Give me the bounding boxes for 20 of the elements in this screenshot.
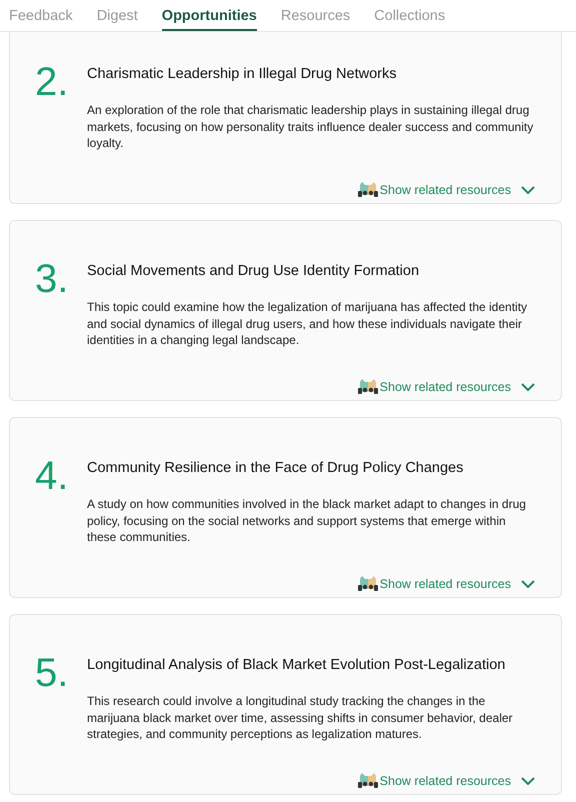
card-description: This topic could examine how the legalization of marijuana has affected the identity and social dynamics of illegal drug users, and how these individuals navigate their identities in a changing legal landscape. xyxy=(87,299,528,348)
card-title: Longitudinal Analysis of Black Market Evolution Post-Legalization xyxy=(87,656,506,675)
tab[interactable]: Feedback xyxy=(9,0,73,31)
show-resources-button[interactable]: Show related resources xyxy=(356,767,535,794)
card-description: An exploration of the role that charismatic leadership plays in sustaining illegal drug markets, focusing on how personality traits influence dealer success and community loyalty. xyxy=(87,102,534,152)
tab[interactable]: Collections xyxy=(374,0,446,31)
item-number: 3. xyxy=(35,257,70,303)
show-resources-button[interactable]: Show related resources xyxy=(356,570,535,597)
item-number: 2. xyxy=(35,60,70,106)
card-title: Community Resilience in the Face of Drug Policy Changes xyxy=(87,459,464,478)
card-description: This research could involve a longitudinal study tracking the changes in the marijuana black market over time, assessing shifts in consumer behavior, dealer strategies, and community perceptions as legalization matures. xyxy=(87,693,514,742)
tab[interactable]: Digest xyxy=(96,0,138,31)
card-title: Social Movements and Drug Use Identity Formation xyxy=(87,262,420,281)
card-description: A study on how communities involved in the black market adapt to changes in drug policy, focusing on the social networks and support systems that emerge within these communities. xyxy=(87,496,527,546)
item-number: 5. xyxy=(35,651,70,697)
show-resources-button[interactable]: Show related resources xyxy=(356,176,535,203)
card-title: Charismatic Leadership in Illegal Drug Networks xyxy=(87,65,398,84)
item-number: 4. xyxy=(35,454,70,500)
show-resources-button[interactable]: Show related resources xyxy=(356,373,535,400)
tab[interactable]: Resources xyxy=(280,0,350,31)
